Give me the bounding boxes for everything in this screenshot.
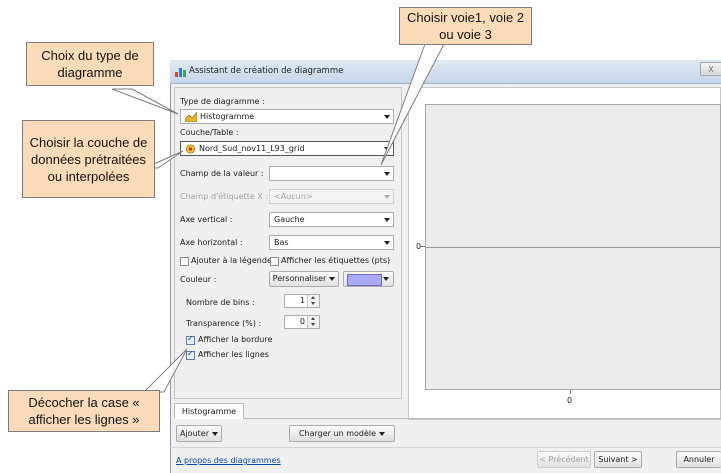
lines-callout: Décocher la case « afficher les lignes » [8, 390, 160, 432]
lines-pointer [142, 348, 188, 393]
chart-type-pointer [111, 88, 179, 115]
chart-type-callout: Choix du type de diagramme [26, 42, 154, 86]
lane-pointer [380, 43, 445, 166]
layer-callout: Choisir la couche de données prétraitées… [22, 120, 155, 198]
lane-callout: Choisir voie1, voie 2 ou voie 3 [399, 7, 532, 45]
